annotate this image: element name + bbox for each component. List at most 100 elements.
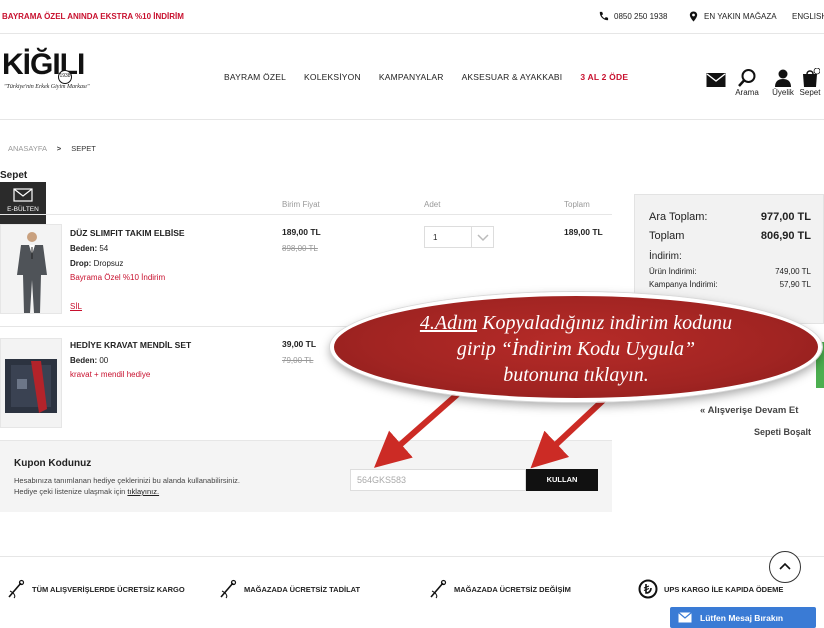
envelope-icon [13, 188, 33, 202]
page-title: Sepet [0, 170, 28, 181]
cart-button[interactable]: Sepet [796, 68, 824, 97]
coupon-section: Kupon Kodunuz Hesabınıza tanımlanan hedi… [0, 440, 612, 512]
continue-shopping-link[interactable]: « Alışverişe Devam Et [700, 405, 798, 416]
product-name[interactable]: HEDİYE KRAVAT MENDİL SET [70, 340, 191, 350]
size-label: Beden: [70, 356, 98, 365]
callout-line-2: girip “İndirim Kodu Uygula” [456, 338, 696, 360]
subtotal-row: Ara Toplam: 977,00 TL [649, 211, 811, 223]
product-discount-row: Ürün İndirimi: 749,00 TL [649, 267, 811, 276]
product-promo: kravat + mendil hediye [70, 370, 151, 379]
product-image-tie-set[interactable] [0, 338, 62, 428]
chat-widget-button[interactable]: Lütfen Mesaj Bırakın [670, 607, 816, 628]
suit-image [1, 225, 61, 313]
cart-label: Sepet [799, 88, 821, 97]
drop-label: Drop: [70, 259, 92, 268]
needle-icon [220, 579, 237, 599]
feature-free-shipping: TÜM ALIŞVERİŞLERDE ÜCRETSİZ KARGO [6, 579, 185, 599]
nav-item-koleksiyon[interactable]: KOLEKSİYON [304, 72, 361, 82]
nav-item-kampanyalar[interactable]: KAMPANYALAR [379, 72, 444, 82]
old-price: 898,00 TL [282, 244, 318, 253]
delete-button[interactable]: SİL [70, 302, 82, 311]
user-icon [775, 69, 791, 87]
drop-value: Dropsuz [93, 259, 124, 268]
newsletter-label: E-BÜLTEN [7, 206, 39, 213]
product-image-suit[interactable] [0, 224, 62, 314]
campaign-discount-label: Kampanya İndirimi: [649, 280, 718, 289]
feature-text: MAĞAZADA ÜCRETSİZ DEĞİŞİM [454, 584, 571, 594]
chevron-up-icon [779, 562, 791, 570]
coupon-title: Kupon Kodunuz [14, 458, 92, 469]
instruction-callout: 4.Adım Kopyaladığınız indirim kodunu gir… [330, 292, 822, 402]
total-label: Toplam [649, 230, 685, 242]
nav-item-3al2ode[interactable]: 3 AL 2 ÖDE [580, 72, 628, 82]
shopping-bag-icon [803, 68, 820, 87]
phone-number: 0850 250 1938 [614, 12, 668, 21]
coupon-code-input[interactable] [350, 469, 526, 491]
subtotal-label: Ara Toplam: [649, 211, 708, 223]
callout-line-1: 4.Adım Kopyaladığınız indirim kodunu [419, 312, 733, 334]
tie-set-image [1, 339, 61, 427]
old-price: 79,00 TL [282, 356, 314, 365]
breadcrumb-home[interactable]: ANASAYFA [8, 144, 47, 153]
unit-price: 189,00 TL [282, 227, 321, 237]
scroll-top-button[interactable] [769, 551, 801, 583]
store-locator-link[interactable]: EN YAKIN MAĞAZA [688, 11, 777, 22]
lira-coin-icon [638, 579, 658, 599]
campaign-discount-row: Kampanya İndirimi: 57,90 TL [649, 280, 811, 289]
breadcrumb-separator-icon: > [56, 144, 62, 153]
product-drop: Drop: Dropsuz [70, 259, 123, 268]
store-locator-label: EN YAKIN MAĞAZA [704, 12, 777, 21]
mail-button[interactable] [706, 72, 726, 88]
campaign-discount-value: 57,90 TL [779, 280, 811, 289]
total-row: Toplam 806,90 TL [649, 230, 811, 242]
coupon-description: Hesabınıza tanımlanan hediye çeklerinizi… [14, 476, 240, 485]
apply-coupon-button[interactable]: KULLAN [526, 469, 598, 491]
product-name[interactable]: DÜZ SLIMFIT TAKIM ELBİSE [70, 228, 185, 238]
feature-free-exchange: MAĞAZADA ÜCRETSİZ DEĞİŞİM [428, 579, 571, 599]
search-label: Arama [735, 88, 759, 97]
feature-cash-on-delivery: UPS KARGO İLE KAPIDA ÖDEME [638, 579, 783, 599]
product-promo: Bayrama Özel %10 İndirim [70, 273, 166, 282]
empty-cart-link[interactable]: Sepeti Boşalt [754, 427, 811, 437]
search-button[interactable]: Arama [733, 68, 761, 97]
nav-item-aksesuar[interactable]: AKSESUAR & AYAKKABI [462, 72, 563, 82]
header-icons: Arama Üyelik Sepet [700, 64, 824, 104]
size-label: Beden: [70, 244, 98, 253]
product-size: Beden: 54 [70, 244, 108, 253]
phone-link[interactable]: 0850 250 1938 [598, 11, 667, 22]
phone-icon [599, 11, 609, 21]
logo-tagline: "Türkiye'nin Erkek Giyim Markası" [4, 84, 90, 90]
size-value: 54 [99, 244, 109, 253]
product-discount-label: Ürün İndirimi: [649, 267, 697, 276]
needle-icon [8, 579, 25, 599]
brand-logo[interactable]: KİĞILI 1938 "Türkiye'nin Erkek Giyim Mar… [2, 48, 98, 90]
feature-text: MAĞAZADA ÜCRETSİZ TADİLAT [244, 584, 361, 594]
chat-label: Lütfen Mesaj Bırakın [700, 612, 784, 623]
needle-icon [430, 579, 447, 599]
account-label: Üyelik [772, 88, 794, 97]
chevron-down-icon [471, 227, 493, 247]
column-unit-price: Birim Fiyat [282, 200, 320, 209]
language-switch[interactable]: ENGLISH [792, 12, 824, 21]
callout-line-3: butonuna tıklayın. [503, 364, 649, 386]
product-discount-value: 749,00 TL [775, 267, 811, 276]
discount-label: İndirim: [649, 251, 682, 262]
top-bar: BAYRAMA ÖZEL ANINDA EKSTRA %10 İNDİRİM 0… [0, 0, 824, 34]
breadcrumb-current: SEPET [71, 144, 96, 153]
promo-text[interactable]: BAYRAMA ÖZEL ANINDA EKSTRA %10 İNDİRİM [2, 12, 184, 21]
main-nav: BAYRAM ÖZEL KOLEKSİYON KAMPANYALAR AKSES… [224, 72, 646, 82]
quantity-select[interactable]: 1 [424, 226, 494, 248]
column-qty: Adet [424, 200, 441, 209]
coupon-list-text: Hediye çeki listenize ulaşmak için [14, 487, 126, 496]
feature-text: TÜM ALIŞVERİŞLERDE ÜCRETSİZ KARGO [32, 584, 185, 594]
account-button[interactable]: Üyelik [769, 68, 797, 97]
logo-wordmark: KİĞILI [2, 48, 85, 81]
subtotal-value: 977,00 TL [760, 211, 811, 223]
size-value: 00 [99, 356, 109, 365]
location-pin-icon [689, 11, 698, 22]
nav-item-bayram[interactable]: BAYRAM ÖZEL [224, 72, 286, 82]
coupon-list-link[interactable]: tıklayınız. [127, 487, 159, 496]
unit-price: 39,00 TL [282, 339, 317, 349]
search-icon [738, 69, 756, 87]
coupon-list-hint: Hediye çeki listenize ulaşmak için tıkla… [14, 487, 159, 496]
